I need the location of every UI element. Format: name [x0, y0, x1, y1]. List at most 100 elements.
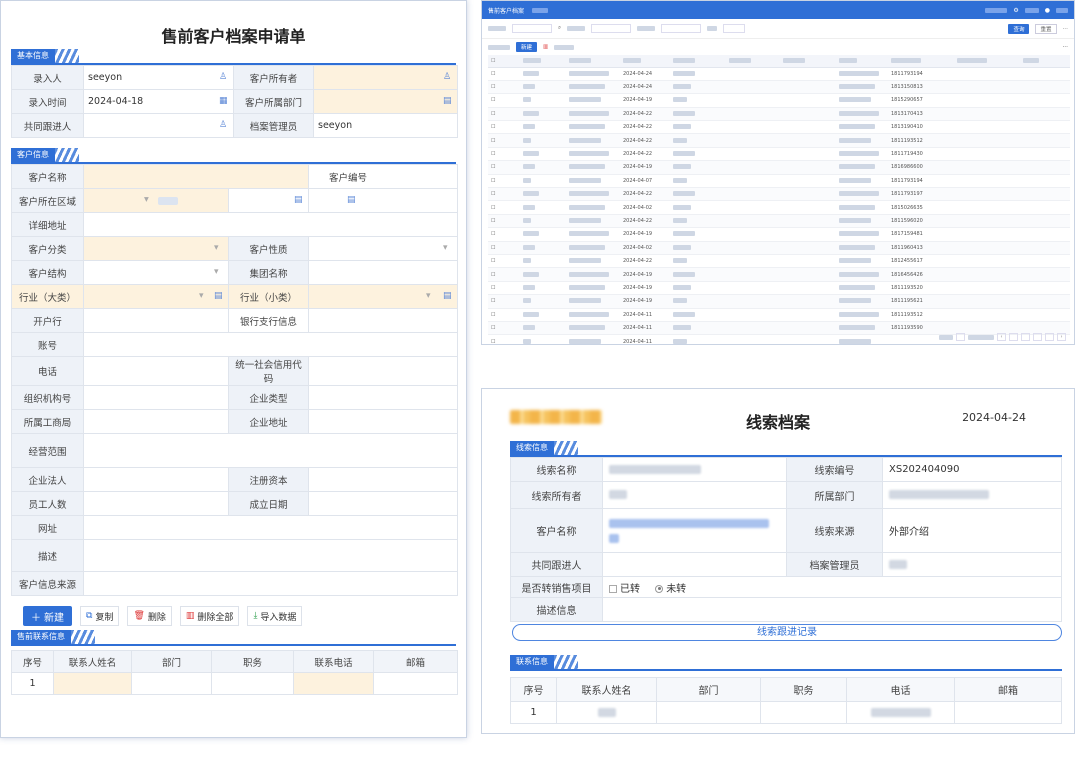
group-name-field[interactable]	[308, 260, 458, 285]
export-icon[interactable]: ▥	[543, 44, 548, 50]
table-row[interactable]: ☐ 2024-04-19 1816456426	[488, 267, 1070, 282]
table-row[interactable]: ☐ 2024-04-19 1811195621	[488, 294, 1070, 309]
phone-label: 电话	[11, 356, 84, 386]
table-row[interactable]: ☐ 2024-04-22 1811193512	[488, 133, 1070, 148]
address-field[interactable]	[83, 212, 458, 237]
table-row[interactable]: ☐ 2024-04-02 1815026635	[488, 200, 1070, 215]
list-icon[interactable]: ▤	[214, 291, 223, 301]
founded-label: 成立日期	[228, 491, 309, 516]
filter-select[interactable]	[723, 24, 746, 33]
clue-info-table: 线索名称 线索编号 XS202404090 线索所有者 所属部门 客户名称 线索…	[510, 457, 1062, 622]
employees-field[interactable]	[83, 491, 229, 516]
list-icon[interactable]: ▤	[294, 195, 303, 205]
settings-icon[interactable]: ⚙	[1013, 7, 1018, 14]
dept-field[interactable]: ▤	[313, 89, 458, 114]
trash-icon: 🗑	[133, 611, 145, 621]
region-district-field[interactable]: ▤	[308, 188, 458, 213]
table-row[interactable]: ☐ 2024-04-19 1816986600	[488, 160, 1070, 175]
table-row[interactable]: ☐ 2024-04-07 1811793194	[488, 174, 1070, 189]
query-button[interactable]: 查询	[1008, 23, 1030, 34]
table-row[interactable]: ☐ 2024-04-22 1813190410	[488, 120, 1070, 135]
legal-person-label: 企业法人	[11, 467, 84, 492]
list-icon[interactable]: ▤	[443, 291, 452, 301]
chevron-down-icon: ▾	[144, 194, 149, 205]
delete-button[interactable]: 🗑 删除	[127, 606, 172, 626]
new-button[interactable]: ＋新建	[23, 606, 72, 626]
industry-small-select[interactable]: ▾ ▤	[308, 284, 458, 309]
structure-select[interactable]: ▾	[83, 260, 229, 285]
industry-big-select[interactable]: ▾ ▤	[83, 284, 229, 309]
org-code-field[interactable]	[83, 385, 229, 410]
chevron-down-icon: ▾	[214, 267, 219, 277]
calendar-icon[interactable]: ▦	[219, 96, 228, 106]
clue-customer-link[interactable]	[602, 508, 787, 553]
table-row[interactable]: ☐ 2024-04-19 1817159481	[488, 227, 1070, 242]
column-settings-icon[interactable]: ⋯	[1063, 44, 1069, 50]
co-follower-field[interactable]: ♙	[83, 113, 234, 138]
bank-field[interactable]	[83, 308, 229, 333]
list-new-button[interactable]: 新建	[516, 42, 538, 52]
nature-select[interactable]: ▾	[308, 236, 458, 261]
customer-list-window: 售前客户档案 ⚙ ● ⌕ 查询 重置 ⋯ 新建 ▥ ⋯ ☐ ☐ 2024-04-…	[481, 0, 1075, 345]
account-field[interactable]	[83, 332, 458, 357]
basic-info-table: 录入人 seeyon ♙ 客户所有者 ♙ 录入时间 2024-04-18 ▦ 客户所…	[11, 65, 458, 138]
table-row[interactable]: ☐ 2024-04-22 1812455617	[488, 254, 1070, 269]
table-row[interactable]: ☐ 2024-04-02 1811960413	[488, 241, 1070, 255]
more-icon[interactable]: ⋯	[1063, 26, 1069, 32]
section-basic-info: 基本信息	[11, 49, 456, 65]
table-row[interactable]: ☐ 2024-04-22 1811793197	[488, 187, 1070, 202]
customer-name-field[interactable]	[83, 164, 309, 189]
table-row[interactable]: ☐ 2024-04-22 1811719430	[488, 147, 1070, 162]
region-select[interactable]: ▾	[83, 188, 229, 213]
table-row[interactable]: ☐ 2024-04-22 1811596020	[488, 214, 1070, 229]
table-row[interactable]: ☐ 2024-04-24 1813150813	[488, 80, 1070, 95]
credit-code-field[interactable]	[308, 356, 458, 386]
list-icon[interactable]: ▤	[347, 195, 356, 205]
dept-icon[interactable]: ▤	[443, 96, 452, 106]
description-field[interactable]	[83, 539, 458, 572]
table-row[interactable]: ☐ 2024-04-19 1815290657	[488, 93, 1070, 108]
import-button[interactable]: ⤓ 导入数据	[247, 606, 303, 626]
users-icon[interactable]: ♙	[219, 120, 228, 130]
filter-input[interactable]	[591, 24, 632, 33]
region-city-field[interactable]: ▤	[228, 188, 309, 213]
enterprise-type-field[interactable]	[308, 385, 458, 410]
enterprise-addr-field[interactable]	[308, 409, 458, 434]
delete-all-button[interactable]: ▥ 删除全部	[179, 606, 240, 626]
category-select[interactable]: ▾	[83, 236, 229, 261]
source-field[interactable]	[83, 571, 458, 596]
entry-time-field[interactable]: 2024-04-18 ▦	[83, 89, 234, 114]
copy-button[interactable]: ⧉ 复制	[80, 606, 120, 626]
reg-capital-field[interactable]	[308, 467, 458, 492]
legal-person-field[interactable]	[83, 467, 229, 492]
table-row[interactable]: ☐ 2024-04-24 1811793194	[488, 67, 1070, 81]
table-row[interactable]: ☐ 2024-04-19 1811193520	[488, 281, 1070, 296]
founded-field[interactable]	[308, 491, 458, 516]
user-icon[interactable]: ●	[1045, 7, 1050, 14]
user-icon[interactable]: ♙	[219, 72, 228, 82]
filter-input[interactable]	[661, 24, 702, 33]
bank-branch-field[interactable]	[308, 308, 458, 333]
phone-field[interactable]	[83, 356, 229, 386]
section-basic-label: 基本信息	[11, 49, 55, 63]
section-contact-label: 联系信息	[510, 655, 554, 669]
table-row[interactable]: ☐ 2024-04-11 1811193512	[488, 308, 1070, 322]
business-scope-field[interactable]	[83, 433, 458, 468]
owner-field[interactable]: ♙	[313, 65, 458, 90]
clue-owner-value	[602, 481, 787, 509]
website-field[interactable]	[83, 515, 458, 540]
user-icon[interactable]: ♙	[443, 72, 452, 82]
archive-admin-field[interactable]: seeyon	[313, 113, 458, 138]
search-icon[interactable]: ⌕	[558, 25, 561, 32]
tax-bureau-field[interactable]	[83, 409, 229, 434]
reset-button[interactable]: 重置	[1035, 23, 1057, 34]
entry-person-field[interactable]: seeyon ♙	[83, 65, 234, 90]
clue-archive-admin-value	[882, 552, 1062, 577]
source-label: 客户信息来源	[11, 571, 84, 596]
converted-no-radio[interactable]	[655, 584, 664, 593]
table-row[interactable]: ☐ 2024-04-22 1813170413	[488, 107, 1070, 122]
structure-label: 客户结构	[11, 260, 84, 285]
clue-followup-button[interactable]: 线索跟进记录	[512, 624, 1062, 641]
filter-input[interactable]	[512, 24, 552, 33]
converted-yes-checkbox[interactable]	[609, 584, 617, 593]
